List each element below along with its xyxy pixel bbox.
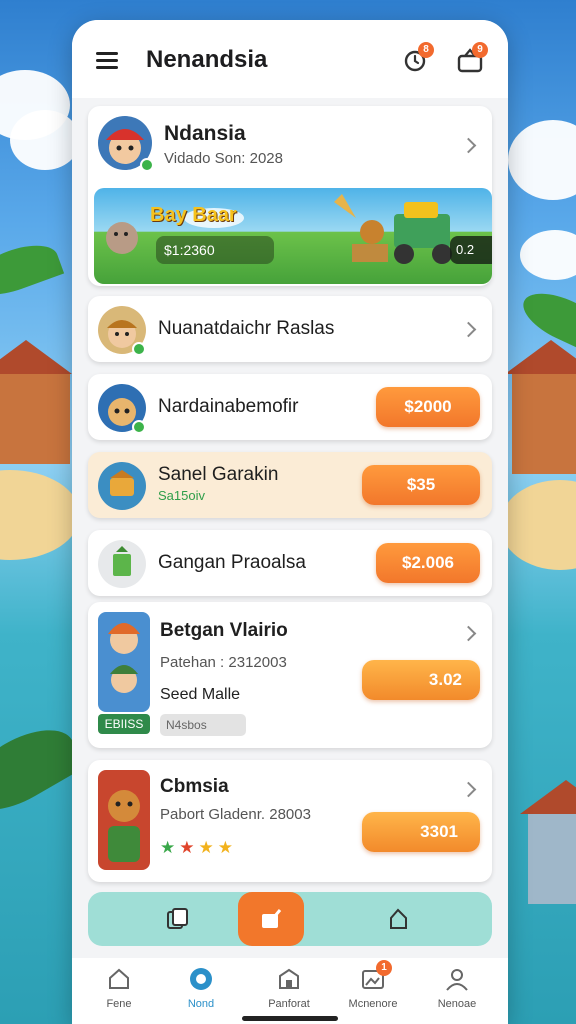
edit-icon — [258, 906, 284, 932]
avatar — [98, 462, 146, 510]
bottom-navigation: Fene Nond Panforat 1 Mcnenore Nenoae — [72, 958, 508, 1024]
row-name: Nardainabemofir — [158, 396, 299, 417]
top-bar: Nenandsia 8 9 — [72, 20, 508, 98]
nav-label: Panforat — [268, 998, 310, 1010]
nav-item-active[interactable]: Nond — [166, 966, 236, 1010]
menu-icon[interactable] — [96, 52, 118, 69]
cards-icon[interactable] — [164, 906, 190, 932]
list-item[interactable]: Gangan Praoalsa $2.006 — [88, 530, 492, 596]
image-icon: 1 — [360, 960, 392, 992]
notification-badge: 8 — [418, 42, 434, 58]
price-button[interactable]: 3301 — [362, 812, 480, 852]
nav-item-shop[interactable]: Panforat — [254, 966, 324, 1010]
chevron-right-icon — [460, 137, 477, 154]
star-rating: ★★★★ — [160, 838, 237, 857]
clipboard-icon — [98, 540, 146, 588]
nav-item-home[interactable]: Fene — [84, 966, 154, 1010]
banner-amount: $1:2360 — [156, 236, 274, 264]
list-item[interactable]: Nuanatdaichr Raslas — [88, 296, 492, 362]
compass-icon — [188, 966, 214, 992]
online-indicator — [132, 420, 146, 434]
app-window: Nenandsia 8 9 Ndansia Vidado Son: 2028 B… — [72, 20, 508, 1024]
feature-card[interactable]: Cbmsia Pabort Gladenr. 28003 ★★★★ 3301 — [88, 760, 492, 882]
feature-name: Betgan Vlairio — [160, 620, 288, 641]
chevron-right-icon — [460, 781, 477, 798]
price-button[interactable]: 3.02 — [362, 660, 480, 700]
profile-name: Ndansia — [164, 122, 246, 145]
feature-subtitle: Pabort Gladenr. 28003 — [160, 806, 311, 823]
row-subtitle: Sa15oiv — [158, 488, 205, 503]
character-art — [98, 770, 150, 870]
feature-name: Cbmsia — [160, 776, 229, 797]
banner-side-value: 0.2 — [450, 236, 492, 264]
list-item[interactable]: Sanel Garakin Sa15oiv $35 — [88, 452, 492, 518]
character-art — [98, 612, 150, 712]
nav-label: Nond — [187, 998, 215, 1010]
bag-icon[interactable]: 9 — [456, 42, 488, 74]
app-title: Nenandsia — [146, 46, 268, 73]
feature-chip: N4sbos — [160, 714, 246, 736]
action-bar — [88, 892, 492, 946]
nav-badge: 1 — [376, 960, 392, 976]
nav-label: Nenoae — [437, 998, 477, 1010]
nav-item-messages[interactable]: 1 Mcnenore — [338, 960, 408, 1010]
banner-title: Bay Baar — [150, 204, 237, 226]
profile-card[interactable]: Ndansia Vidado Son: 2028 Bay Baar $1:236… — [88, 106, 492, 286]
row-name: Gangan Praoalsa — [158, 552, 306, 573]
chevron-right-icon — [460, 625, 477, 642]
profile-subtitle: Vidado Son: 2028 — [164, 150, 283, 167]
price-button[interactable]: $2.006 — [376, 543, 480, 583]
alarm-icon[interactable]: 8 — [402, 42, 434, 74]
feature-tag: Seed Malle — [160, 686, 241, 703]
cart-badge: 9 — [472, 42, 488, 58]
online-indicator — [132, 342, 146, 356]
price-label: 3.02 — [428, 670, 462, 689]
online-indicator — [140, 158, 154, 172]
puzzle-icon[interactable] — [386, 906, 412, 932]
store-icon — [276, 966, 302, 992]
nav-item-profile[interactable]: Nenoae — [422, 966, 492, 1010]
user-icon — [444, 966, 470, 992]
row-name: Sanel Garakin — [158, 464, 279, 485]
level-badge: EBIISS — [98, 714, 150, 734]
nav-label: Fene — [106, 998, 132, 1010]
row-name: Nuanatdaichr Raslas — [158, 318, 335, 339]
nav-label: Mcnenore — [348, 998, 398, 1010]
home-indicator[interactable] — [242, 1016, 338, 1021]
list-item[interactable]: Nardainabemofir $2000 — [88, 374, 492, 440]
feature-card[interactable]: EBIISS Betgan Vlairio Patehan : 2312003 … — [88, 602, 492, 748]
chevron-right-icon — [460, 321, 477, 338]
feature-subtitle: Patehan : 2312003 — [160, 654, 287, 671]
price-button[interactable]: $35 — [362, 465, 480, 505]
home-icon — [106, 966, 132, 992]
price-label: 3301 — [420, 822, 458, 841]
price-button[interactable]: $2000 — [376, 387, 480, 427]
tab-active[interactable] — [238, 892, 304, 946]
promo-banner[interactable]: Bay Baar $1:2360 0.2 — [94, 188, 492, 284]
